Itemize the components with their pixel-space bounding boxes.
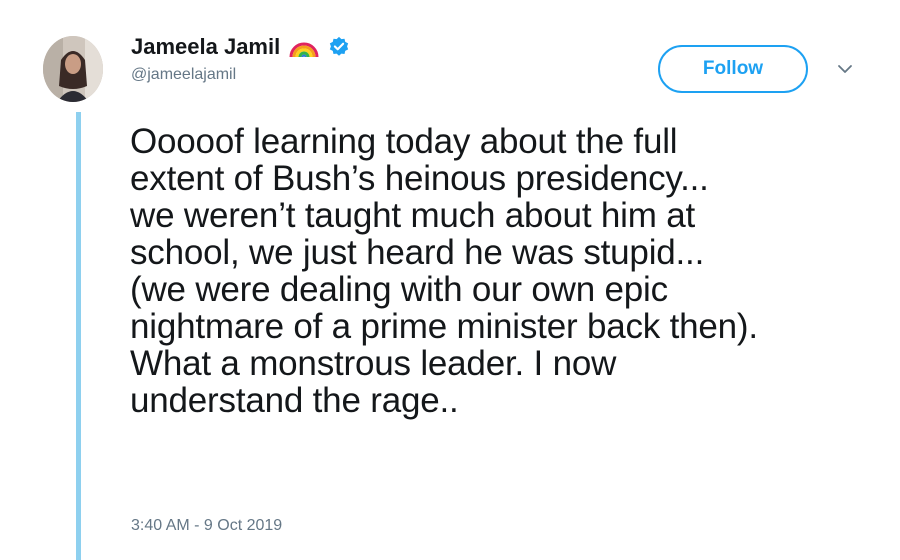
avatar[interactable] [43,36,103,102]
author-name[interactable]: Jameela Jamil [131,34,280,60]
tweet-timestamp[interactable]: 3:40 AM - 9 Oct 2019 [131,517,282,535]
verified-badge-icon [328,36,350,58]
rainbow-icon [288,35,320,59]
avatar-image [43,36,103,102]
follow-button[interactable]: Follow [658,45,808,93]
thread-line [76,112,81,560]
chevron-down-icon[interactable] [836,62,854,76]
tweet-text: Ooooof learning today about the full ext… [130,122,758,420]
